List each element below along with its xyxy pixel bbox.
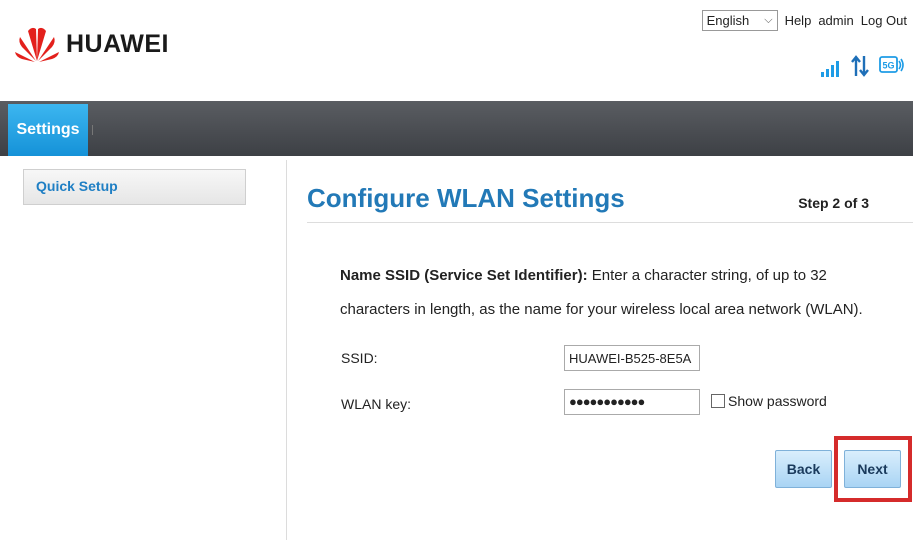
wlan-key-input[interactable]: ●●●●●●●●●●● xyxy=(564,389,700,415)
next-button-highlight xyxy=(834,436,912,502)
show-password-label: Show password xyxy=(728,393,827,409)
nav-divider xyxy=(92,125,93,135)
data-transfer-icon xyxy=(851,55,869,77)
sidebar-item-quick-setup[interactable]: Quick Setup xyxy=(23,169,246,205)
back-button[interactable]: Back xyxy=(775,450,832,488)
show-password-checkbox[interactable] xyxy=(711,394,725,408)
tab-settings-label: Settings xyxy=(16,121,80,138)
top-utility-bar: English ⌵ Help admin Log Out xyxy=(701,10,907,31)
logout-link[interactable]: Log Out xyxy=(861,13,907,28)
network-type-label: 5G xyxy=(882,61,894,71)
page-title: Configure WLAN Settings xyxy=(307,183,625,213)
main-nav-bar: Settings xyxy=(0,101,913,156)
ssid-description: Name SSID (Service Set Identifier): Ente… xyxy=(340,259,900,327)
huawei-logo: HUAWEI xyxy=(14,25,169,63)
status-icons: 5G xyxy=(811,55,905,77)
content-divider xyxy=(286,160,287,540)
wlan-key-label: WLAN key: xyxy=(341,396,412,412)
brand-name: HUAWEI xyxy=(66,29,169,58)
description-heading: Name SSID (Service Set Identifier): xyxy=(340,267,588,284)
signal-strength-icon xyxy=(821,61,839,77)
step-indicator: Step 2 of 3 xyxy=(798,195,869,211)
title-divider xyxy=(307,222,913,223)
language-value: English xyxy=(706,13,750,28)
admin-link[interactable]: admin xyxy=(818,13,853,28)
sidebar-item-label: Quick Setup xyxy=(36,178,118,194)
ssid-input[interactable]: HUAWEI-B525-8E5A xyxy=(564,345,700,371)
5g-icon: 5G xyxy=(879,56,904,73)
header: HUAWEI English ⌵ Help admin Log Out 5G xyxy=(0,0,913,100)
tab-settings[interactable]: Settings xyxy=(8,104,88,156)
chevron-down-icon: ⌵ xyxy=(764,14,773,26)
huawei-flower-icon xyxy=(15,27,59,62)
show-password-toggle[interactable]: Show password xyxy=(711,393,827,409)
ssid-label: SSID: xyxy=(341,350,378,366)
help-link[interactable]: Help xyxy=(785,13,812,28)
language-select[interactable]: English ⌵ xyxy=(701,10,778,31)
